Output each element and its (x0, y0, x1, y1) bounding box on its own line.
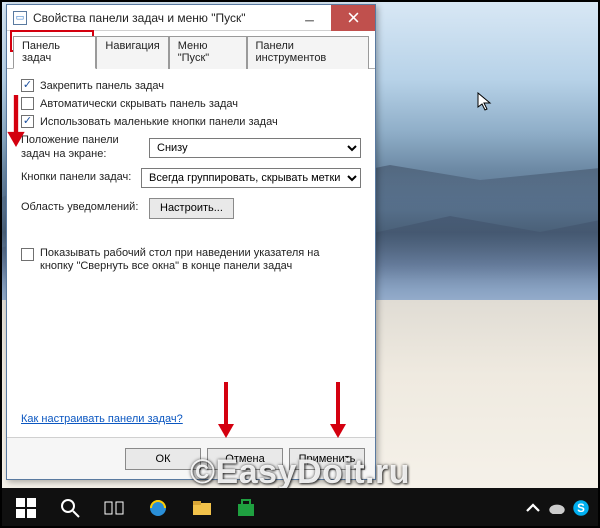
select-taskbar-buttons[interactable]: Всегда группировать, скрывать метки (141, 168, 361, 188)
taskbar-properties-window: ▭ Свойства панели задач и меню "Пуск" Па… (6, 4, 376, 480)
tray-chevron-up-icon[interactable] (524, 499, 542, 517)
start-button[interactable] (4, 488, 48, 528)
label-lock-taskbar: Закрепить панель задач (40, 80, 164, 92)
tab-body: Закрепить панель задач Автоматически скр… (7, 69, 375, 437)
task-view-icon[interactable] (92, 488, 136, 528)
svg-text:S: S (577, 503, 585, 515)
desktop: ▭ Свойства панели задач и меню "Пуск" Па… (0, 0, 600, 528)
help-link[interactable]: Как настраивать панели задач? (21, 413, 183, 425)
checkbox-small-buttons[interactable] (21, 115, 34, 128)
label-taskbar-buttons: Кнопки панели задач: (21, 171, 141, 185)
system-tray[interactable]: S (524, 499, 596, 517)
tab-start-menu[interactable]: Меню "Пуск" (169, 36, 247, 69)
label-small-buttons: Использовать маленькие кнопки панели зад… (40, 116, 278, 128)
ie-icon[interactable] (136, 488, 180, 528)
checkbox-autohide[interactable] (21, 97, 34, 110)
taskbar[interactable]: S (0, 488, 600, 528)
dialog-button-bar: ОК Отмена Применить (7, 437, 375, 479)
explorer-icon[interactable] (180, 488, 224, 528)
tray-skype-icon[interactable]: S (572, 499, 590, 517)
checkbox-lock-taskbar[interactable] (21, 79, 34, 92)
checkbox-show-desktop-hover[interactable] (21, 248, 34, 261)
apply-button[interactable]: Применить (289, 448, 365, 470)
store-icon[interactable] (224, 488, 268, 528)
customize-notifications-button[interactable]: Настроить... (149, 198, 234, 219)
tab-strip: Панель задач Навигация Меню "Пуск" Панел… (7, 31, 375, 69)
tab-navigation[interactable]: Навигация (96, 36, 168, 69)
search-icon[interactable] (48, 488, 92, 528)
ok-button[interactable]: ОК (125, 448, 201, 470)
close-button[interactable] (331, 5, 375, 31)
label-autohide: Автоматически скрывать панель задач (40, 98, 238, 110)
tab-toolbars[interactable]: Панели инструментов (247, 36, 369, 69)
cursor-icon (477, 92, 493, 112)
tray-onedrive-icon[interactable] (548, 499, 566, 517)
label-notification-area: Область уведомлений: (21, 201, 149, 215)
minimize-button[interactable] (287, 5, 331, 31)
window-icon: ▭ (13, 11, 27, 25)
cancel-button[interactable]: Отмена (207, 448, 283, 470)
label-taskbar-position: Положение панели задач на экране: (21, 134, 149, 162)
titlebar[interactable]: ▭ Свойства панели задач и меню "Пуск" (7, 5, 375, 31)
tab-taskbar[interactable]: Панель задач (13, 36, 96, 69)
window-title: Свойства панели задач и меню "Пуск" (33, 11, 287, 25)
label-show-desktop-hover: Показывать рабочий стол при наведении ук… (40, 247, 350, 275)
select-taskbar-position[interactable]: Снизу (149, 138, 361, 158)
